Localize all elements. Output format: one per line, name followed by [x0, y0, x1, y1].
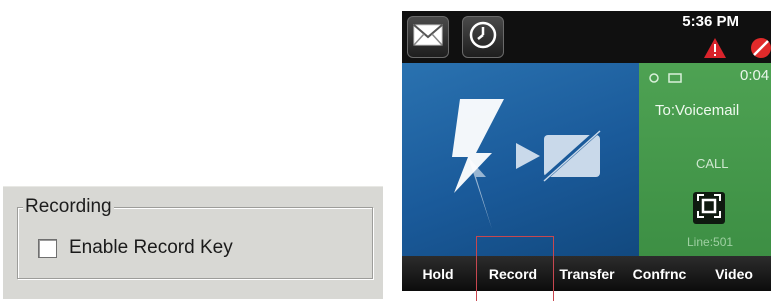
phone-screen: 5:36 PM 0:04 To:Voicemail CALL Line:501 …: [402, 11, 771, 291]
enable-record-key-option[interactable]: Enable Record Key: [38, 237, 233, 259]
record-softkey[interactable]: Record: [474, 256, 552, 291]
line-label: Line:501: [687, 235, 734, 249]
softkey-bar: Hold Record Transfer Confrnc Video: [402, 256, 771, 291]
enable-record-key-label[interactable]: Enable Record Key: [69, 237, 233, 259]
envelope-icon: [413, 23, 443, 51]
call-duration: 0:04: [740, 67, 770, 84]
clock-icon: [468, 20, 498, 55]
no-call-icon[interactable]: [750, 37, 771, 64]
hold-softkey[interactable]: Hold: [402, 256, 474, 291]
call-status-icons: [649, 71, 683, 89]
call-info-panel[interactable]: 0:04 To:Voicemail CALL Line:501: [639, 63, 771, 256]
warning-icon[interactable]: [703, 37, 727, 64]
conference-softkey[interactable]: Confrnc: [622, 256, 697, 291]
call-destination: To:Voicemail: [655, 102, 740, 119]
transfer-softkey[interactable]: Transfer: [552, 256, 622, 291]
video-area: [402, 63, 639, 256]
recording-group-title: Recording: [23, 196, 114, 218]
fullscreen-icon: [697, 193, 721, 223]
video-softkey[interactable]: Video: [697, 256, 771, 291]
fullscreen-button[interactable]: [693, 192, 725, 224]
clock-time: 5:36 PM: [682, 13, 739, 30]
video-muted-icon: [514, 129, 604, 188]
recent-calls-button[interactable]: [462, 16, 504, 58]
recording-settings-panel: Recording Enable Record Key: [3, 186, 383, 299]
messages-button[interactable]: [407, 16, 449, 58]
enable-record-key-checkbox[interactable]: [38, 238, 57, 258]
lightning-bolt-icon: [446, 97, 506, 242]
call-state: CALL: [696, 156, 729, 171]
status-bar: 5:36 PM: [402, 11, 771, 63]
